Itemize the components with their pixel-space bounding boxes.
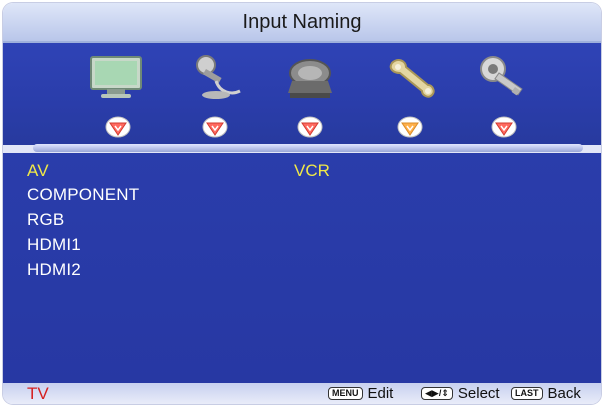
audio-arrow-icon <box>201 115 229 139</box>
select-key-icon: ◀▶/⇕ <box>421 387 453 400</box>
osd-window: Input Naming AV COMPONENT RGB HDMI1 HDMI… <box>3 3 601 404</box>
select-hint: ◀▶/⇕ Select <box>421 383 500 404</box>
page-title: Input Naming <box>3 3 601 43</box>
last-key-icon: LAST <box>511 387 543 400</box>
audio-icon[interactable] <box>180 51 250 103</box>
picture-arrow-icon <box>104 115 132 139</box>
tv-arrow-icon <box>296 115 324 139</box>
picture-icon[interactable] <box>83 51 153 103</box>
input-name-value[interactable]: VCR <box>294 161 330 181</box>
tv-icon[interactable] <box>274 51 344 103</box>
lock-arrow-icon <box>490 115 518 139</box>
current-source: TV <box>27 384 49 403</box>
select-label: Select <box>457 385 500 402</box>
lock-icon[interactable] <box>469 51 539 103</box>
list-item-component[interactable]: COMPONENT <box>27 185 139 205</box>
setup-icon[interactable] <box>376 51 446 103</box>
list-item-rgb[interactable]: RGB <box>27 210 64 230</box>
list-item-av[interactable]: AV <box>27 161 49 181</box>
edit-label: Edit <box>367 385 394 402</box>
list-item-hdmi2[interactable]: HDMI2 <box>27 260 81 280</box>
input-list-panel: AV COMPONENT RGB HDMI1 HDMI2 VCR <box>3 153 601 383</box>
menu-divider <box>33 144 583 152</box>
menu-key-icon: MENU <box>328 387 363 400</box>
back-label: Back <box>547 385 581 402</box>
edit-hint: MENU Edit <box>328 383 393 404</box>
setup-arrow-icon <box>396 115 424 139</box>
back-hint: LAST Back <box>511 383 581 404</box>
footer-bar: TV MENU Edit ◀▶/⇕ Select LAST Back <box>3 383 601 404</box>
menu-bar <box>3 43 601 145</box>
list-item-hdmi1[interactable]: HDMI1 <box>27 235 81 255</box>
